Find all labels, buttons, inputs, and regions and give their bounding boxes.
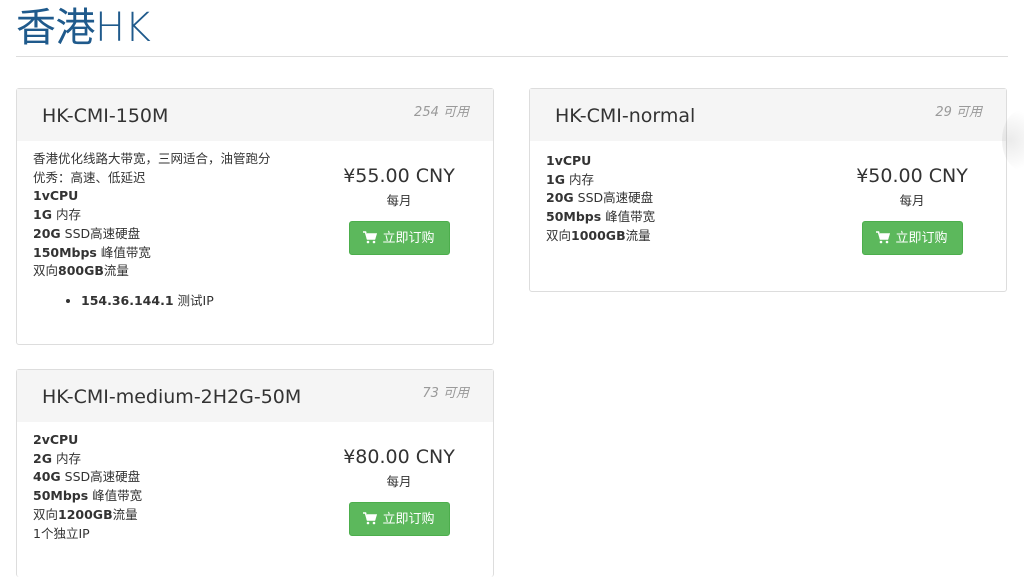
order-button-label: 立即订购 bbox=[895, 231, 948, 246]
feature-line: 1vCPU bbox=[546, 153, 592, 168]
order-now-button[interactable]: 立即订购 bbox=[861, 221, 963, 255]
product-name: HK-CMI-normal bbox=[555, 105, 696, 127]
shopping-cart-icon bbox=[876, 231, 891, 244]
product-card-hk-cmi-medium: HK-CMI-medium-2H2G-50M 73 可用 2vCPU 2G 内存… bbox=[16, 369, 494, 577]
feature-line: 2vCPU bbox=[33, 432, 79, 447]
price-block: ¥50.00 CNY 每月 立即订购 bbox=[832, 164, 992, 255]
feature-line: 40G SSD高速硬盘 bbox=[33, 469, 141, 485]
feature-line: 20G SSD高速硬盘 bbox=[33, 225, 141, 241]
feature-line: 150Mbps 峰值带宽 bbox=[33, 244, 151, 260]
product-features: 1vCPU 1G 内存 20G SSD高速硬盘 50Mbps 峰值带宽 双向10… bbox=[546, 152, 846, 246]
order-now-button[interactable]: 立即订购 bbox=[348, 221, 450, 255]
order-button-label: 立即订购 bbox=[382, 512, 435, 527]
ip-list-item: 154.36.144.1 测试IP bbox=[81, 292, 333, 311]
feature-line: 双向800GB流量 bbox=[33, 263, 129, 279]
product-card-hk-cmi-normal: HK-CMI-normal 29 可用 1vCPU 1G 内存 20G SSD高… bbox=[529, 88, 1007, 292]
product-card-hk-cmi-150m: HK-CMI-150M 254 可用 香港优化线路大带宽，三网适合，油管跑分 优… bbox=[16, 88, 494, 345]
billing-cycle: 每月 bbox=[386, 193, 412, 208]
feature-line: 1G 内存 bbox=[33, 207, 81, 223]
product-header: HK-CMI-medium-2H2G-50M 73 可用 bbox=[17, 370, 493, 422]
feature-line: 1G 内存 bbox=[546, 171, 594, 187]
shopping-cart-icon bbox=[363, 231, 378, 244]
product-availability: 29 可用 bbox=[935, 105, 982, 120]
shopping-cart-icon bbox=[363, 512, 378, 525]
feature-line: 50Mbps 峰值带宽 bbox=[33, 488, 143, 504]
title-divider bbox=[16, 56, 1008, 57]
price-block: ¥55.00 CNY 每月 立即订购 bbox=[319, 164, 479, 255]
order-button-label: 立即订购 bbox=[382, 231, 435, 246]
product-availability: 254 可用 bbox=[414, 105, 469, 120]
feature-line: 1vCPU bbox=[33, 188, 79, 204]
product-availability: 73 可用 bbox=[422, 386, 469, 401]
feature-line: 1个独立IP bbox=[33, 525, 90, 541]
product-price: ¥55.00 CNY bbox=[343, 165, 455, 187]
product-header: HK-CMI-normal 29 可用 bbox=[530, 89, 1006, 141]
product-features: 2vCPU 2G 内存 40G SSD高速硬盘 50Mbps 峰值带宽 双向12… bbox=[33, 431, 333, 543]
billing-cycle: 每月 bbox=[386, 474, 412, 489]
feature-line: 优秀：高速、低延迟 bbox=[33, 169, 146, 185]
feature-line: 50Mbps 峰值带宽 bbox=[546, 209, 656, 225]
order-now-button[interactable]: 立即订购 bbox=[348, 502, 450, 536]
billing-cycle: 每月 bbox=[899, 193, 925, 208]
product-name: HK-CMI-medium-2H2G-50M bbox=[42, 386, 302, 408]
feature-line: 香港优化线路大带宽，三网适合，油管跑分 bbox=[33, 151, 271, 166]
product-features: 香港优化线路大带宽，三网适合，油管跑分 优秀：高速、低延迟 1vCPU 1G 内… bbox=[33, 150, 333, 311]
page-title: 香港HK bbox=[16, 5, 151, 51]
product-price: ¥80.00 CNY bbox=[343, 446, 455, 468]
feature-line: 2G 内存 bbox=[33, 450, 81, 466]
price-block: ¥80.00 CNY 每月 立即订购 bbox=[319, 445, 479, 536]
ip-list: 154.36.144.1 测试IP bbox=[33, 292, 333, 311]
product-price: ¥50.00 CNY bbox=[856, 165, 968, 187]
feature-line: 20G SSD高速硬盘 bbox=[546, 190, 654, 206]
product-header: HK-CMI-150M 254 可用 bbox=[17, 89, 493, 141]
feature-line: 双向1000GB流量 bbox=[546, 227, 651, 243]
feature-line: 双向1200GB流量 bbox=[33, 506, 138, 522]
product-name: HK-CMI-150M bbox=[42, 105, 169, 127]
